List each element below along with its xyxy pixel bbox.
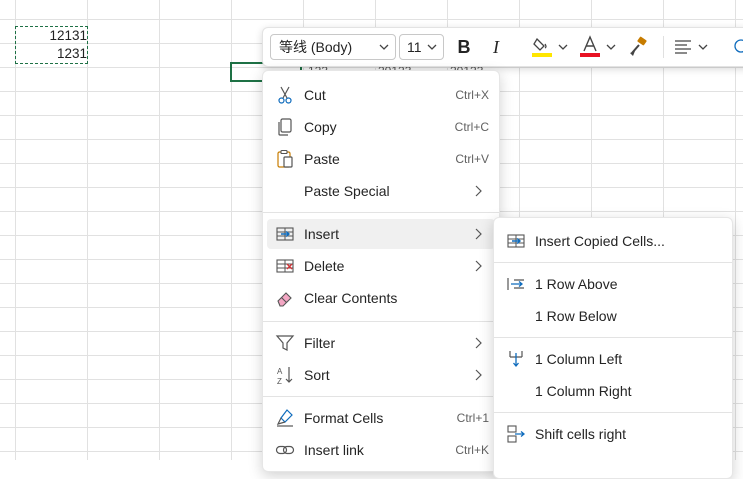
menu-separator xyxy=(494,262,732,263)
menu-item-clear-contents[interactable]: Clear Contents xyxy=(267,283,495,313)
menu-item-shortcut: Ctrl+V xyxy=(455,152,489,166)
menu-item-sort[interactable]: A Z Sort xyxy=(267,360,495,390)
menu-item-label: Delete xyxy=(304,258,345,274)
menu-separator xyxy=(263,321,499,322)
font-name-dropdown[interactable]: 等线 (Body) xyxy=(270,34,396,60)
insert-submenu: Insert Copied Cells... 1 Row Above 1 Row… xyxy=(493,217,733,479)
chevron-right-icon xyxy=(473,333,485,353)
italic-button[interactable]: I xyxy=(483,34,509,60)
menu-item-label: Paste xyxy=(304,151,340,167)
menu-item-cut[interactable]: Cut Ctrl+X xyxy=(267,80,495,110)
divider xyxy=(663,36,664,58)
menu-item-paste[interactable]: Paste Ctrl+V xyxy=(267,144,495,174)
menu-item-label: Sort xyxy=(304,367,330,383)
clipboard-icon xyxy=(275,149,295,169)
chevron-down-icon[interactable] xyxy=(697,34,709,70)
menu-item-label: Paste Special xyxy=(304,183,390,199)
align-button[interactable] xyxy=(671,34,695,60)
menu-item-paste-special[interactable]: Paste Special xyxy=(267,176,495,206)
submenu-item-row-below[interactable]: 1 Row Below xyxy=(498,301,728,331)
chevron-down-icon xyxy=(426,35,438,68)
menu-item-delete[interactable]: Delete xyxy=(267,251,495,281)
menu-item-label: Insert link xyxy=(304,442,364,458)
font-name-value: 等线 (Body) xyxy=(279,39,353,55)
menu-item-label: 1 Column Right xyxy=(535,383,632,399)
chevron-right-icon xyxy=(473,224,485,244)
fill-color-button[interactable] xyxy=(529,34,555,60)
insert-cells-icon xyxy=(275,224,295,244)
menu-item-copy[interactable]: Copy Ctrl+C xyxy=(267,112,495,142)
menu-item-shortcut: Ctrl+C xyxy=(454,120,489,134)
menu-separator xyxy=(494,412,732,413)
menu-separator xyxy=(263,212,499,213)
menu-item-label: Filter xyxy=(304,335,336,351)
align-left-icon xyxy=(673,40,693,61)
link-icon xyxy=(275,440,295,460)
menu-item-insert-link[interactable]: Insert link Ctrl+K xyxy=(267,435,495,465)
font-size-value: 11 xyxy=(407,39,422,55)
menu-item-label: Cut xyxy=(304,87,326,103)
shift-cells-right-icon xyxy=(506,424,526,444)
copied-range-marquee[interactable]: 12131 1231 xyxy=(15,26,88,64)
menu-item-insert[interactable]: Insert xyxy=(267,219,495,249)
menu-separator xyxy=(263,396,499,397)
submenu-item-shift-cells-right[interactable]: Shift cells right xyxy=(498,419,728,449)
menu-item-label: Clear Contents xyxy=(304,290,398,306)
insert-row-above-icon xyxy=(506,274,526,294)
menu-item-filter[interactable]: Filter xyxy=(267,328,495,358)
more-options-icon[interactable] xyxy=(729,34,743,60)
menu-item-label: 1 Row Above xyxy=(535,276,618,292)
bold-button[interactable]: B xyxy=(451,34,477,60)
filter-icon xyxy=(275,333,295,353)
menu-item-shortcut: Ctrl+K xyxy=(455,443,489,457)
cell-value: 12131 xyxy=(49,28,87,43)
submenu-item-insert-copied-cells[interactable]: Insert Copied Cells... xyxy=(498,226,728,256)
submenu-item-row-above[interactable]: 1 Row Above xyxy=(498,269,728,299)
menu-item-label: 1 Column Left xyxy=(535,351,623,367)
paint-bucket-icon xyxy=(531,37,553,61)
submenu-item-column-left[interactable]: 1 Column Left xyxy=(498,344,728,374)
menu-item-label: Insert Copied Cells... xyxy=(535,233,665,249)
svg-text:Z: Z xyxy=(277,377,282,385)
menu-item-label: Copy xyxy=(304,119,337,135)
font-size-dropdown[interactable]: 11 xyxy=(399,34,444,60)
insert-column-left-icon xyxy=(506,349,526,369)
chevron-right-icon xyxy=(473,256,485,276)
mini-toolbar: 等线 (Body) 11 B I xyxy=(262,27,743,67)
submenu-item-column-right[interactable]: 1 Column Right xyxy=(498,376,728,406)
format-brush-icon xyxy=(275,408,295,428)
insert-copied-cells-icon xyxy=(506,231,526,251)
menu-item-label: Shift cells right xyxy=(535,426,627,442)
chevron-right-icon xyxy=(473,181,485,201)
copy-icon xyxy=(275,117,295,137)
menu-item-shortcut: Ctrl+X xyxy=(455,88,489,102)
format-painter-icon xyxy=(627,36,649,61)
delete-cells-icon xyxy=(275,256,295,276)
cell-value: 1231 xyxy=(56,46,87,61)
menu-item-shortcut: Ctrl+1 xyxy=(456,411,489,425)
menu-item-label: Insert xyxy=(304,226,340,242)
menu-separator xyxy=(494,337,732,338)
chevron-right-icon xyxy=(473,365,485,385)
menu-item-label: Format Cells xyxy=(304,410,384,426)
svg-text:A: A xyxy=(277,367,283,376)
eraser-icon xyxy=(275,288,295,308)
font-color-icon xyxy=(579,35,601,61)
scissors-icon xyxy=(275,85,295,105)
chevron-down-icon[interactable] xyxy=(557,34,569,70)
menu-item-format-cells[interactable]: Format Cells Ctrl+1 xyxy=(267,403,495,433)
menu-item-label: 1 Row Below xyxy=(535,308,617,324)
font-color-button[interactable] xyxy=(577,34,603,60)
context-menu: Cut Ctrl+X Copy Ctrl+C Paste Ctrl+V Past… xyxy=(262,70,500,472)
chevron-down-icon xyxy=(378,35,390,68)
chevron-down-icon[interactable] xyxy=(605,34,617,70)
sort-az-icon: A Z xyxy=(275,365,295,386)
format-painter-button[interactable] xyxy=(625,34,651,60)
